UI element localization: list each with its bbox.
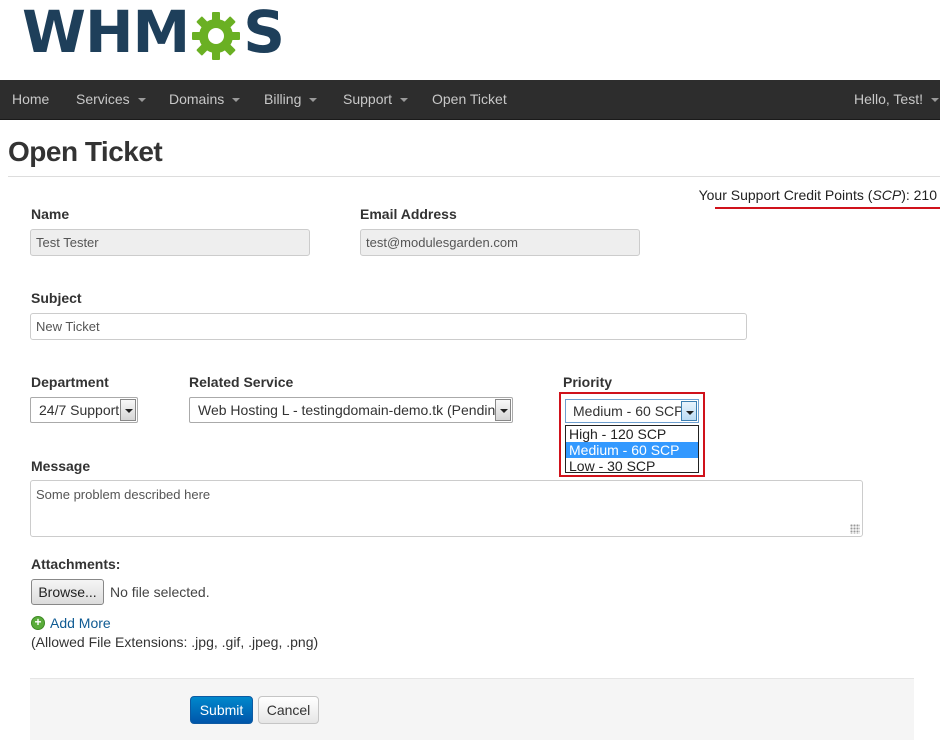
- name-label: Name: [31, 206, 70, 222]
- priority-option-medium[interactable]: Medium - 60 SCP: [566, 442, 698, 458]
- chevron-down-icon[interactable]: [681, 401, 697, 421]
- logo-text: WHM: [22, 0, 190, 66]
- allowed-extensions-text: (Allowed File Extensions: .jpg, .gif, .j…: [31, 634, 319, 650]
- chevron-down-icon: [232, 98, 241, 103]
- priority-select[interactable]: Medium - 60 SCP: [565, 399, 699, 423]
- scp-suffix: ): 210: [901, 187, 937, 203]
- scp-highlight-underline: [715, 207, 940, 209]
- form-actions-bar: [30, 678, 914, 740]
- nav-user-label: Hello, Test!: [854, 91, 923, 107]
- priority-dropdown-list: High - 120 SCP Medium - 60 SCP Low - 30 …: [565, 425, 699, 474]
- priority-option-low[interactable]: Low - 30 SCP: [566, 458, 698, 474]
- cancel-button[interactable]: Cancel: [258, 696, 319, 724]
- nav-billing-label: Billing: [264, 91, 302, 107]
- department-label: Department: [31, 374, 109, 390]
- resize-grip-icon[interactable]: [850, 524, 860, 534]
- nav-domains[interactable]: Domains: [169, 80, 241, 120]
- scp-prefix: Your Support Credit Points (: [698, 187, 873, 203]
- message-label: Message: [31, 458, 91, 474]
- email-field[interactable]: test@modulesgarden.com: [360, 229, 640, 256]
- related-service-label: Related Service: [189, 374, 294, 390]
- related-service-select[interactable]: Web Hosting L - testingdomain-demo.tk (P…: [189, 397, 513, 423]
- chevron-down-icon[interactable]: [495, 399, 511, 421]
- title-divider: [8, 176, 940, 177]
- department-value: 24/7 Support: [39, 402, 120, 418]
- add-more-label: Add More: [50, 615, 111, 631]
- priority-value: Medium - 60 SCP: [573, 403, 684, 419]
- nav-services-label: Services: [76, 91, 130, 107]
- name-field[interactable]: Test Tester: [30, 229, 310, 256]
- chevron-down-icon[interactable]: [120, 399, 136, 421]
- logo-text-s: S: [243, 0, 285, 66]
- submit-button[interactable]: Submit: [190, 696, 253, 724]
- add-icon: +: [31, 616, 45, 630]
- subject-input[interactable]: New Ticket: [30, 313, 747, 340]
- nav-open-ticket-label: Open Ticket: [432, 91, 507, 107]
- no-file-selected-text: No file selected.: [110, 584, 210, 600]
- gear-icon: [190, 10, 242, 62]
- priority-option-high[interactable]: High - 120 SCP: [566, 426, 698, 442]
- message-text: Some problem described here: [36, 487, 211, 502]
- related-service-value: Web Hosting L - testingdomain-demo.tk (P…: [198, 402, 508, 418]
- attachments-label: Attachments:: [31, 556, 121, 572]
- subject-label: Subject: [31, 290, 82, 306]
- chevron-down-icon: [400, 98, 409, 103]
- whmcs-logo[interactable]: WHM S: [22, 0, 285, 66]
- priority-highlight-box: Medium - 60 SCP High - 120 SCP Medium - …: [559, 392, 705, 477]
- priority-label: Priority: [563, 374, 613, 390]
- department-select[interactable]: 24/7 Support: [30, 397, 138, 423]
- chevron-down-icon: [137, 98, 146, 103]
- page-title: Open Ticket: [8, 136, 163, 167]
- add-more-link[interactable]: + Add More: [31, 615, 111, 631]
- scp-abbr: SCP: [872, 187, 902, 203]
- support-credit-points: Your Support Credit Points (SCP): 210: [699, 187, 937, 203]
- chevron-down-icon: [931, 98, 939, 103]
- nav-billing[interactable]: Billing: [264, 80, 318, 120]
- nav-support[interactable]: Support: [343, 80, 409, 120]
- nav-home-label: Home: [12, 91, 50, 107]
- nav-home[interactable]: Home: [12, 80, 49, 120]
- nav-domains-label: Domains: [169, 91, 225, 107]
- nav-support-label: Support: [343, 91, 393, 107]
- nav-services[interactable]: Services: [76, 80, 146, 120]
- email-label: Email Address: [360, 206, 457, 222]
- browse-button[interactable]: Browse...: [31, 579, 104, 605]
- nav-user-menu[interactable]: Hello, Test!: [854, 80, 939, 120]
- chevron-down-icon: [309, 98, 318, 103]
- message-textarea[interactable]: Some problem described here: [30, 480, 863, 537]
- main-navbar: Home Services Domains Billing Support Op…: [0, 80, 940, 120]
- nav-open-ticket[interactable]: Open Ticket: [432, 80, 507, 120]
